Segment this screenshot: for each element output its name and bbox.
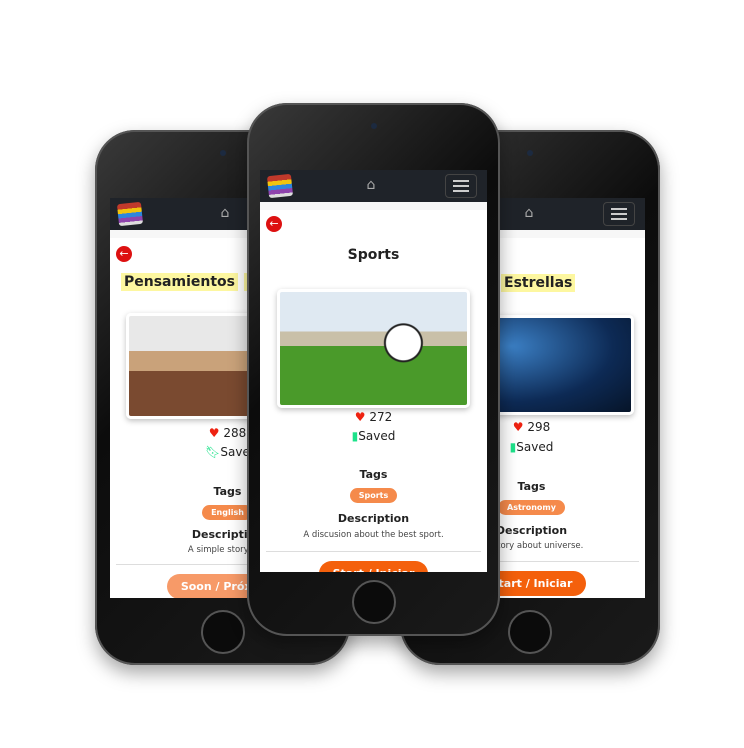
description-text: A discusion about the best sport. — [303, 530, 444, 540]
save-button[interactable]: ▮Saved — [260, 429, 487, 443]
back-button[interactable]: ← — [116, 246, 132, 262]
home-icon[interactable]: ⌂ — [525, 205, 534, 221]
back-button[interactable]: ← — [266, 216, 282, 232]
page-title: Sports — [347, 247, 400, 263]
home-icon[interactable]: ⌂ — [367, 177, 376, 193]
heart-icon: ♥ — [208, 426, 220, 440]
cover-image-soccer — [277, 289, 470, 408]
start-button[interactable]: Start / Iniciar — [318, 561, 429, 572]
menu-toggle-button[interactable] — [445, 174, 477, 198]
bookmark-outline-icon: 🔖︎ — [205, 445, 221, 459]
home-button — [200, 610, 245, 654]
tag-badge[interactable]: Sports — [349, 488, 398, 503]
save-label: Save — [220, 445, 250, 459]
logo[interactable] — [116, 201, 144, 227]
home-icon[interactable]: ⌂ — [221, 205, 230, 221]
tag-badge[interactable]: English — [202, 505, 253, 520]
camera — [219, 150, 226, 156]
save-label: Saved — [516, 440, 554, 454]
description-heading: Description — [337, 512, 410, 525]
home-button — [351, 580, 396, 624]
camera — [527, 150, 533, 156]
likes-count: 288 — [223, 426, 247, 440]
tags-heading: Tags — [359, 468, 388, 481]
likes[interactable]: ♥ 272 — [260, 410, 487, 424]
screen-center: ⌂ ← Sports ♥ 272 ▮Saved Tags Sports Desc… — [260, 170, 487, 572]
heart-icon: ♥ — [354, 410, 366, 424]
camera — [370, 123, 377, 129]
page-title: Estrellas — [498, 274, 645, 292]
menu-toggle-button[interactable] — [603, 202, 635, 226]
heart-icon: ♥ — [512, 420, 524, 434]
home-button — [508, 610, 552, 654]
likes-count: 298 — [527, 420, 551, 434]
tag-badge[interactable]: Astronomy — [498, 500, 565, 515]
title-word: Pensamientos — [121, 273, 238, 291]
save-label: Saved — [358, 429, 396, 443]
logo[interactable] — [266, 173, 294, 199]
phone-center: ⌂ ← Sports ♥ 272 ▮Saved Tags Sports Desc… — [247, 103, 500, 636]
title-word: Estrellas — [501, 274, 576, 292]
likes-count: 272 — [369, 410, 393, 424]
navbar: ⌂ — [260, 170, 487, 202]
